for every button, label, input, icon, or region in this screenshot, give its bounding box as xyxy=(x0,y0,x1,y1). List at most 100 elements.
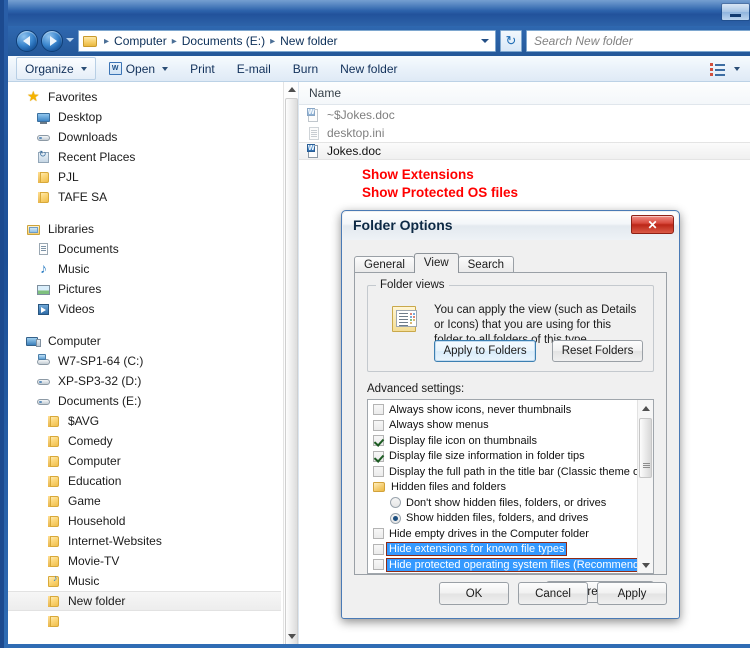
checkbox-icon[interactable] xyxy=(373,528,384,540)
nav-item-computer-folder[interactable]: Computer xyxy=(8,451,281,471)
chevron-down-icon[interactable] xyxy=(734,66,740,71)
nav-header-libraries[interactable]: Libraries xyxy=(8,219,281,239)
nav-item-internet-websites[interactable]: Internet-Websites xyxy=(8,531,281,551)
email-label: E-mail xyxy=(236,61,271,76)
email-button[interactable]: E-mail xyxy=(228,57,280,80)
breadcrumb-item-new-folder[interactable]: New folder xyxy=(279,34,338,48)
nav-item-avg[interactable]: $AVG xyxy=(8,411,281,431)
forward-button[interactable] xyxy=(41,30,63,52)
print-button[interactable]: Print xyxy=(181,57,224,80)
nav-header-computer[interactable]: Computer xyxy=(8,331,281,351)
nav-item-comedy[interactable]: Comedy xyxy=(8,431,281,451)
folder-icon xyxy=(46,594,62,609)
nav-item-pjl[interactable]: PJL xyxy=(8,167,281,187)
setting-hide-protected-os-files[interactable]: Hide protected operating system files (R… xyxy=(368,557,653,573)
nav-item-partial[interactable] xyxy=(8,611,281,631)
column-header-name[interactable]: Name xyxy=(299,86,341,100)
scrollbar-thumb[interactable] xyxy=(639,418,652,478)
new-folder-button[interactable]: New folder xyxy=(331,57,406,80)
search-input[interactable]: Search New folder xyxy=(526,30,750,52)
history-dropdown-icon[interactable] xyxy=(66,38,74,42)
nav-item-movie-tv[interactable]: Movie-TV xyxy=(8,551,281,571)
setting-launch-folder-windows-separate-process[interactable]: Launch folder windows in a separate proc… xyxy=(368,573,636,574)
nav-item-drive-e[interactable]: Documents (E:) xyxy=(8,391,281,411)
radio-icon[interactable] xyxy=(390,512,401,524)
scroll-down-button[interactable] xyxy=(284,629,298,644)
setting-display-file-icon-thumbnails[interactable]: Display file icon on thumbnails xyxy=(368,433,636,449)
setting-dont-show-hidden-files[interactable]: Don't show hidden files, folders, or dri… xyxy=(368,495,636,511)
organize-button[interactable]: Organize xyxy=(16,57,96,80)
checkbox-icon[interactable] xyxy=(373,404,384,416)
nav-item-music[interactable]: Music xyxy=(8,259,281,279)
scrollbar-thumb[interactable] xyxy=(285,98,298,644)
nav-item-pictures[interactable]: Pictures xyxy=(8,279,281,299)
file-row[interactable]: desktop.ini xyxy=(299,124,750,142)
setting-display-full-path-title-bar[interactable]: Display the full path in the title bar (… xyxy=(368,464,653,480)
address-bar[interactable]: ▸ Computer ▸ Documents (E:) ▸ New folder xyxy=(78,30,496,52)
nav-header-favorites[interactable]: Favorites xyxy=(8,87,281,107)
nav-item-desktop[interactable]: Desktop xyxy=(8,107,281,127)
refresh-icon: ↻ xyxy=(505,33,517,48)
navigation-pane: Favorites Desktop Downloads Recent Place… xyxy=(8,82,299,644)
tab-search[interactable]: Search xyxy=(457,256,515,273)
setting-display-file-size-folder-tips[interactable]: Display file size information in folder … xyxy=(368,449,636,465)
nav-item-tafe-sa[interactable]: TAFE SA xyxy=(8,187,281,207)
back-button[interactable] xyxy=(16,30,38,52)
minimize-button[interactable] xyxy=(721,3,750,21)
nav-item-drive-c[interactable]: W7-SP1-64 (C:) xyxy=(8,351,281,371)
scroll-up-button[interactable] xyxy=(638,400,653,416)
reset-folders-button[interactable]: Reset Folders xyxy=(552,340,643,362)
tab-general[interactable]: General xyxy=(354,256,415,273)
nav-item-game[interactable]: Game xyxy=(8,491,281,511)
refresh-button[interactable]: ↻ xyxy=(500,30,522,52)
setting-always-show-menus[interactable]: Always show menus xyxy=(368,418,636,434)
scroll-down-button[interactable] xyxy=(638,557,653,573)
apply-to-folders-button[interactable]: Apply to Folders xyxy=(434,340,537,362)
nav-item-downloads[interactable]: Downloads xyxy=(8,127,281,147)
checkbox-icon[interactable] xyxy=(373,559,384,571)
file-row[interactable]: Jokes.doc xyxy=(299,142,750,160)
nav-item-videos[interactable]: Videos xyxy=(8,299,281,319)
word-doc-icon xyxy=(306,143,321,159)
apply-button[interactable]: Apply xyxy=(597,582,667,605)
advanced-list-scrollbar[interactable] xyxy=(637,400,653,573)
checkbox-icon[interactable] xyxy=(373,419,384,431)
dialog-footer: OK Cancel Apply xyxy=(354,582,667,606)
breadcrumb-item-documents-e[interactable]: Documents (E:) xyxy=(181,34,266,48)
nav-label: Movie-TV xyxy=(68,554,120,568)
setting-always-show-icons[interactable]: Always show icons, never thumbnails xyxy=(368,402,636,418)
setting-label: Display file size information in folder … xyxy=(389,450,585,463)
open-button[interactable]: W Open xyxy=(100,57,177,80)
chevron-down-icon[interactable] xyxy=(481,39,489,43)
file-row[interactable]: ~$Jokes.doc xyxy=(299,106,750,124)
nav-item-recent-places[interactable]: Recent Places xyxy=(8,147,281,167)
checkbox-icon[interactable] xyxy=(373,543,384,555)
nav-item-documents[interactable]: Documents xyxy=(8,239,281,259)
nav-item-new-folder[interactable]: New folder xyxy=(8,591,281,611)
nav-item-education[interactable]: Education xyxy=(8,471,281,491)
ok-button[interactable]: OK xyxy=(439,582,509,605)
checkbox-icon[interactable] xyxy=(373,466,384,478)
tab-view[interactable]: View xyxy=(413,253,459,273)
cancel-button[interactable]: Cancel xyxy=(518,582,588,605)
setting-hide-extensions-known-file-types[interactable]: Hide extensions for known file types xyxy=(368,542,636,558)
navigation-scrollbar[interactable] xyxy=(283,82,298,644)
burn-button[interactable]: Burn xyxy=(284,57,327,80)
views-icon[interactable] xyxy=(710,62,725,76)
setting-show-hidden-files[interactable]: Show hidden files, folders, and drives xyxy=(368,511,636,527)
folder-options-dialog: Folder Options ✕ General View Search Fol… xyxy=(341,210,680,619)
advanced-settings-list[interactable]: Always show icons, never thumbnails Alwa… xyxy=(367,399,654,574)
setting-hide-empty-drives[interactable]: Hide empty drives in the Computer folder xyxy=(368,526,636,542)
nav-item-music-folder[interactable]: Music xyxy=(8,571,281,591)
scroll-up-button[interactable] xyxy=(284,82,298,97)
nav-item-drive-d[interactable]: XP-SP3-32 (D:) xyxy=(8,371,281,391)
close-button[interactable]: ✕ xyxy=(631,215,674,234)
radio-icon[interactable] xyxy=(390,497,401,509)
breadcrumb-item-computer[interactable]: Computer xyxy=(113,34,168,48)
checkbox-icon[interactable] xyxy=(373,450,384,462)
nav-label: Game xyxy=(68,494,101,508)
checkbox-icon[interactable] xyxy=(373,435,384,447)
chevron-up-icon xyxy=(641,405,650,411)
nav-item-household[interactable]: Household xyxy=(8,511,281,531)
